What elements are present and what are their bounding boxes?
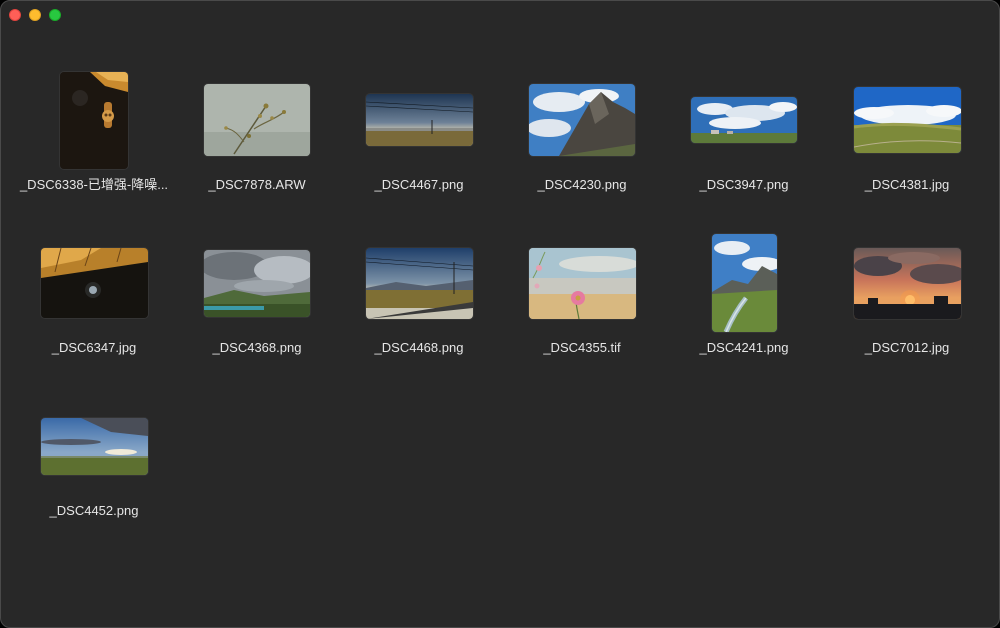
file-item[interactable]: _DSC4467.png	[338, 65, 500, 215]
file-name-label: _DSC4381.jpg	[864, 177, 950, 192]
file-name-label: _DSC4355.tif	[543, 340, 621, 355]
thumbnail-image[interactable]	[711, 234, 777, 332]
file-name-label: _DSC7012.jpg	[864, 340, 950, 355]
file-name-label: _DSC4368.png	[212, 340, 302, 355]
thumbnail-image[interactable]	[853, 87, 961, 153]
file-item[interactable]: _DSC7012.jpg	[826, 228, 988, 378]
file-name-label: _DSC4452.png	[49, 503, 139, 518]
file-item[interactable]: _DSC6338-已增强-降噪...	[13, 65, 175, 215]
file-item[interactable]: _DSC4241.png	[663, 228, 825, 378]
thumbnail-image[interactable]	[691, 97, 797, 143]
close-window-button[interactable]	[9, 9, 21, 21]
file-name-label: _DSC6347.jpg	[51, 340, 137, 355]
thumbnail-image[interactable]	[204, 84, 310, 156]
thumbnail-image[interactable]	[529, 84, 635, 156]
thumbnail-image[interactable]	[365, 247, 473, 319]
file-item[interactable]: _DSC7878.ARW	[176, 65, 338, 215]
zoom-window-button[interactable]	[49, 9, 61, 21]
file-item[interactable]: _DSC4381.jpg	[826, 65, 988, 215]
thumbnail-image[interactable]	[853, 247, 961, 319]
thumbnail-image[interactable]	[365, 94, 473, 146]
file-item[interactable]: _DSC4230.png	[501, 65, 663, 215]
file-name-label: _DSC6338-已增强-降噪...	[19, 177, 169, 192]
file-item[interactable]: _DSC4452.png	[13, 391, 175, 541]
file-item[interactable]: _DSC3947.png	[663, 65, 825, 215]
file-item[interactable]: _DSC4355.tif	[501, 228, 663, 378]
thumbnail-image[interactable]	[40, 248, 148, 318]
thumbnail-image[interactable]	[40, 417, 148, 475]
thumbnail-image[interactable]	[204, 249, 310, 317]
file-name-label: _DSC4230.png	[537, 177, 627, 192]
file-item[interactable]: _DSC6347.jpg	[13, 228, 175, 378]
minimize-window-button[interactable]	[29, 9, 41, 21]
thumbnail-image[interactable]	[528, 247, 636, 319]
file-name-label: _DSC4468.png	[374, 340, 464, 355]
file-name-label: _DSC7878.ARW	[208, 177, 306, 192]
file-name-label: _DSC4241.png	[699, 340, 789, 355]
file-name-label: _DSC3947.png	[699, 177, 789, 192]
file-name-label: _DSC4467.png	[374, 177, 464, 192]
thumbnail-image[interactable]	[60, 71, 128, 169]
file-item[interactable]: _DSC4468.png	[338, 228, 500, 378]
image-viewer-window: _DSC6338-已增强-降噪... _DSC7878.ARW _DSC4467…	[0, 0, 1000, 628]
file-item[interactable]: _DSC4368.png	[176, 228, 338, 378]
